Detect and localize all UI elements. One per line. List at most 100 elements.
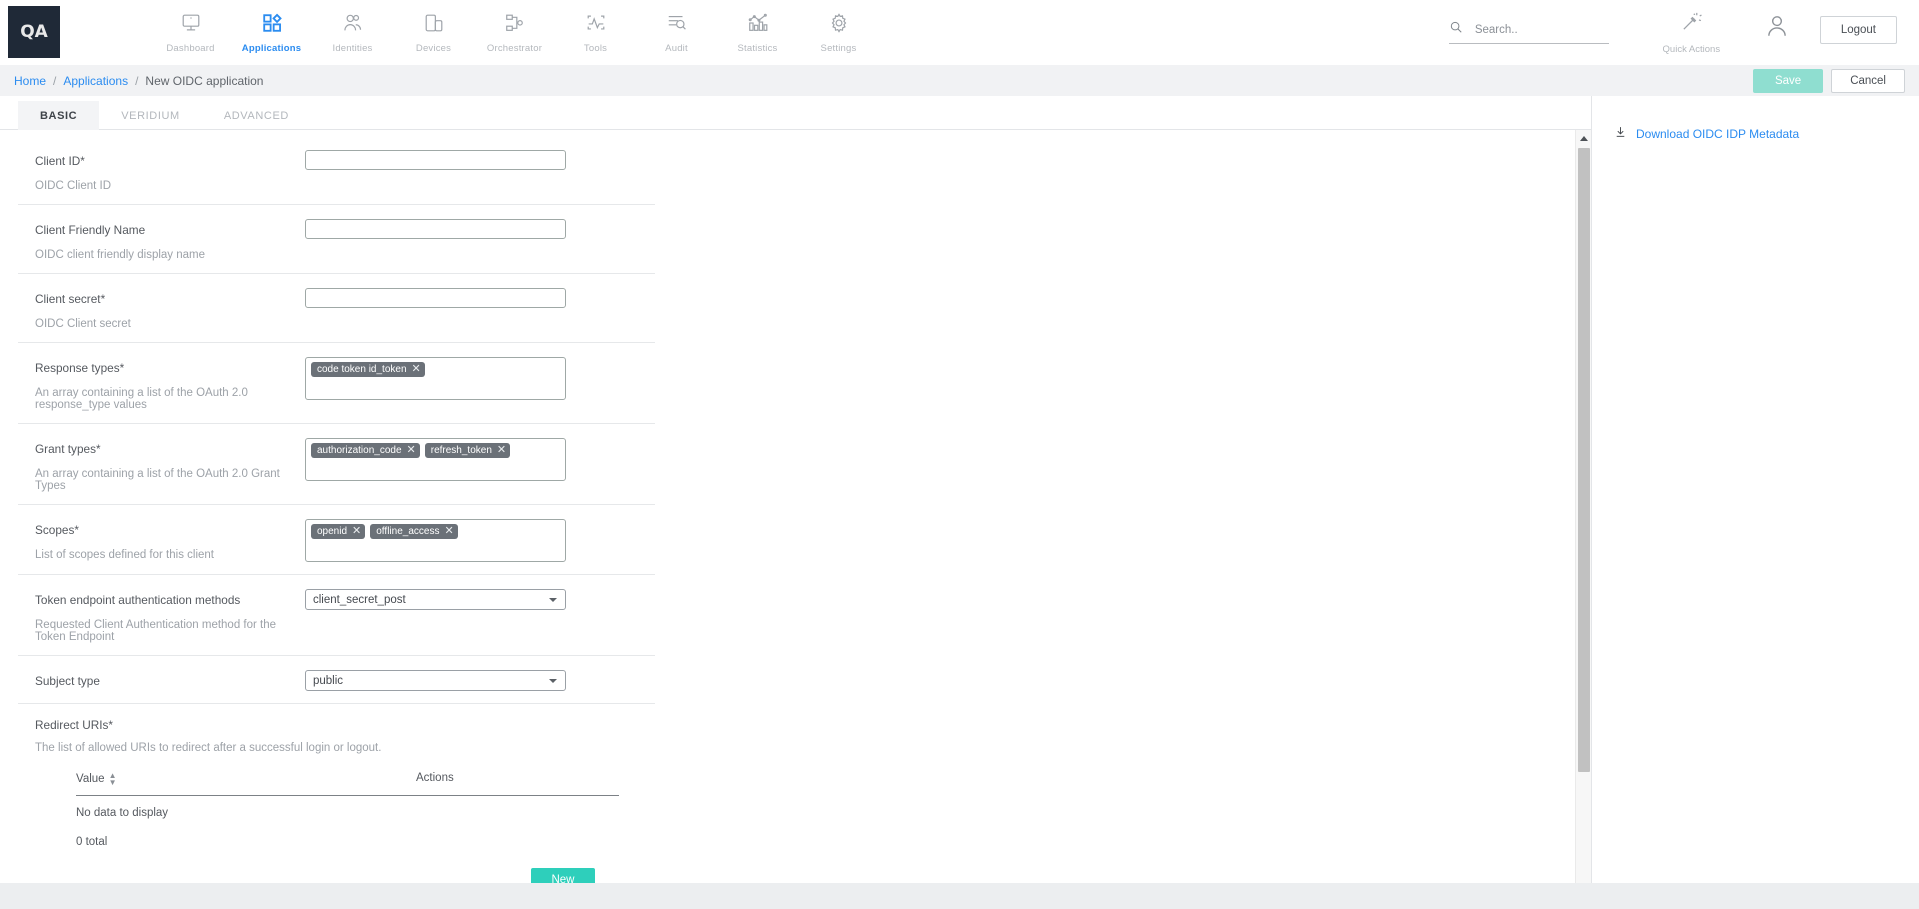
nav-label-tools: Tools	[584, 43, 607, 54]
redirect-uris-header: Redirect URIs* The list of allowed URIs …	[18, 718, 655, 754]
page-body: BASIC VERIDIUM ADVANCED Client ID* OIDC …	[0, 96, 1919, 909]
nav-item-identities[interactable]: Identities	[312, 4, 393, 54]
download-oidc-idp-metadata-link[interactable]: Download OIDC IDP Metadata	[1614, 125, 1919, 142]
quick-actions-label: Quick Actions	[1663, 44, 1721, 55]
redirect-uris-table: Value ▲▼ Actions No data to display 0 to…	[76, 772, 619, 892]
field-grant-types: Grant types* An array containing a list …	[18, 424, 655, 505]
select-value: client_secret_post	[313, 594, 406, 606]
field-control	[305, 150, 655, 192]
nav-label-devices: Devices	[416, 43, 451, 54]
breadcrumb-home[interactable]: Home	[14, 74, 46, 88]
nav-item-orchestrator[interactable]: Orchestrator	[474, 4, 555, 54]
breadcrumb-applications[interactable]: Applications	[63, 74, 128, 88]
nav-label-identities: Identities	[332, 43, 372, 54]
vertical-scrollbar[interactable]	[1575, 130, 1591, 909]
field-control: public	[305, 670, 655, 691]
nav-item-dashboard[interactable]: Dashboard	[150, 4, 231, 54]
breadcrumb-bar: Home / Applications / New OIDC applicati…	[0, 65, 1919, 96]
field-label: Grant types*	[35, 442, 305, 456]
main-nav: Dashboard Applications	[150, 0, 879, 64]
close-icon[interactable]: ✕	[412, 364, 421, 375]
chip[interactable]: offline_access ✕	[370, 524, 457, 539]
client-id-input[interactable]	[305, 150, 566, 170]
column-header-value[interactable]: Value ▲▼	[76, 772, 416, 786]
table-total-count: 0 total	[76, 819, 619, 848]
breadcrumb-separator: /	[53, 74, 56, 88]
close-icon[interactable]: ✕	[407, 445, 416, 456]
field-control: authorization_code ✕ refresh_token ✕	[305, 438, 655, 492]
field-label: Client Friendly Name	[35, 223, 305, 237]
nav-label-orchestrator: Orchestrator	[487, 43, 542, 54]
scroll-up-arrow[interactable]	[1576, 130, 1591, 146]
field-help: OIDC Client secret	[35, 318, 305, 330]
tab-basic[interactable]: BASIC	[18, 101, 99, 130]
top-right-actions: Quick Actions Logout	[1449, 0, 1919, 64]
select-value: public	[313, 675, 343, 687]
field-help: List of scopes defined for this client	[35, 549, 305, 561]
grant-types-chip-input[interactable]: authorization_code ✕ refresh_token ✕	[305, 438, 566, 481]
qa-logo[interactable]: QA	[8, 6, 60, 58]
field-scopes: Scopes* List of scopes defined for this …	[18, 505, 655, 575]
sort-icon[interactable]: ▲▼	[109, 772, 117, 786]
search-input[interactable]	[1475, 24, 1595, 36]
chip[interactable]: openid ✕	[311, 524, 365, 539]
token-endpoint-auth-method-select[interactable]: client_secret_post	[305, 589, 566, 610]
field-label: Response types*	[35, 361, 305, 375]
nav-label-settings: Settings	[821, 43, 857, 54]
search-bar[interactable]	[1449, 20, 1609, 44]
nav-label-statistics: Statistics	[737, 43, 777, 54]
chip-label: openid	[317, 526, 347, 537]
chip-label: code token id_token	[317, 364, 407, 375]
response-types-chip-input[interactable]: code token id_token ✕	[305, 357, 566, 400]
table-header-row: Value ▲▼ Actions	[76, 772, 619, 796]
chip-label: refresh_token	[431, 445, 492, 456]
magic-wand-icon	[1680, 10, 1703, 38]
close-icon[interactable]: ✕	[444, 526, 453, 537]
close-icon[interactable]: ✕	[352, 526, 361, 537]
field-label: Subject type	[35, 674, 305, 688]
search-icon	[1449, 20, 1463, 39]
chip-label: authorization_code	[317, 445, 402, 456]
field-control	[305, 288, 655, 330]
breadcrumb-separator: /	[135, 74, 138, 88]
redirect-uris-subtitle: The list of allowed URIs to redirect aft…	[35, 742, 655, 754]
oidc-application-form: Client ID* OIDC Client ID Client Friendl…	[0, 130, 655, 902]
logout-button[interactable]: Logout	[1820, 16, 1897, 44]
orchestrator-flow-icon	[504, 9, 526, 36]
field-client-id: Client ID* OIDC Client ID	[18, 136, 655, 205]
user-avatar-icon[interactable]	[1764, 13, 1790, 44]
nav-item-devices[interactable]: Devices	[393, 4, 474, 54]
apps-grid-icon	[261, 9, 283, 36]
client-secret-input[interactable]	[305, 288, 566, 308]
tools-pulse-icon	[585, 9, 607, 36]
tab-veridium[interactable]: VERIDIUM	[99, 101, 202, 130]
chip[interactable]: refresh_token ✕	[425, 443, 510, 458]
nav-item-tools[interactable]: Tools	[555, 4, 636, 54]
close-icon[interactable]: ✕	[497, 445, 506, 456]
logo-letter-q: Q	[20, 22, 34, 42]
subject-type-select[interactable]: public	[305, 670, 566, 691]
nav-item-settings[interactable]: Settings	[798, 4, 879, 54]
cancel-button[interactable]: Cancel	[1831, 69, 1905, 93]
chevron-down-icon	[549, 679, 557, 683]
chip[interactable]: code token id_token ✕	[311, 362, 425, 377]
tab-advanced[interactable]: ADVANCED	[202, 101, 311, 130]
breadcrumb-current: New OIDC application	[145, 74, 263, 88]
page-actions: Save Cancel	[1753, 69, 1919, 93]
nav-item-statistics[interactable]: Statistics	[717, 4, 798, 54]
field-labels: Scopes* List of scopes defined for this …	[18, 519, 305, 562]
statistics-bars-icon	[747, 9, 769, 36]
quick-actions-button[interactable]: Quick Actions	[1639, 10, 1744, 55]
field-labels: Token endpoint authentication methods Re…	[18, 589, 305, 643]
nav-item-applications[interactable]: Applications	[231, 4, 312, 54]
nav-label-dashboard: Dashboard	[166, 43, 214, 54]
field-response-types: Response types* An array containing a li…	[18, 343, 655, 424]
audit-list-search-icon	[666, 9, 688, 36]
client-friendly-name-input[interactable]	[305, 219, 566, 239]
save-button[interactable]: Save	[1753, 69, 1823, 93]
logo-text: QA	[20, 22, 48, 42]
chip[interactable]: authorization_code ✕	[311, 443, 420, 458]
nav-item-audit[interactable]: Audit	[636, 4, 717, 54]
scrollbar-thumb[interactable]	[1578, 148, 1590, 772]
scopes-chip-input[interactable]: openid ✕ offline_access ✕	[305, 519, 566, 562]
